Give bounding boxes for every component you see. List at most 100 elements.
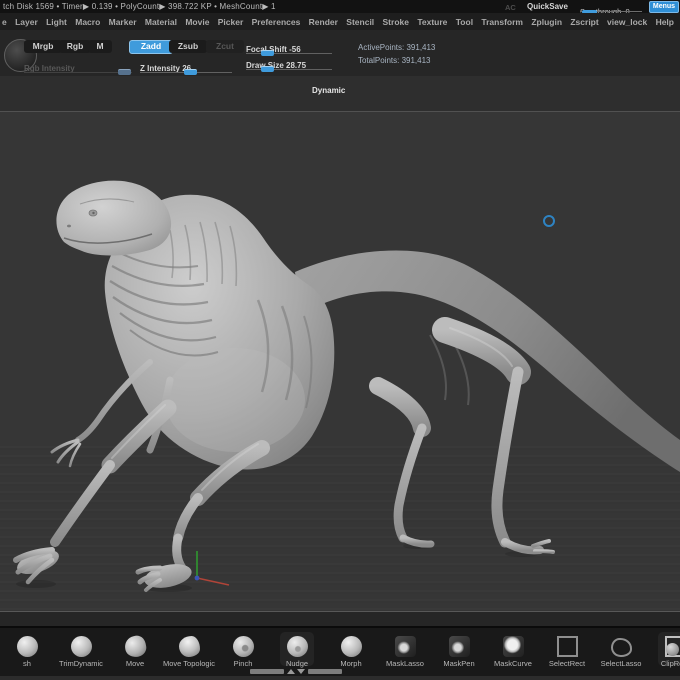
top-toolbar: Mrgb Rgb M Zadd Zsub Zcut Rgb Intensity … bbox=[0, 30, 680, 95]
menu-item[interactable]: Stencil bbox=[346, 17, 374, 27]
rgb-intensity-slider[interactable]: Rgb Intensity bbox=[24, 58, 132, 75]
menu-item[interactable]: Tool bbox=[456, 17, 473, 27]
brush-label: Nudge bbox=[285, 659, 309, 668]
brush-icon bbox=[122, 634, 148, 659]
brush-label: TrimDynamic bbox=[59, 659, 103, 668]
menu-item[interactable]: Preferences bbox=[252, 17, 301, 27]
z-intensity-handle[interactable] bbox=[184, 69, 197, 75]
rgb-intensity-handle[interactable] bbox=[118, 69, 131, 75]
brush-item[interactable]: SelectLasso bbox=[594, 628, 648, 668]
brush-icon bbox=[70, 636, 92, 657]
brush-label: MaskCurve bbox=[494, 659, 532, 668]
zcut-button[interactable]: Zcut bbox=[206, 40, 244, 53]
brush-icon bbox=[664, 636, 680, 657]
brush-icon bbox=[448, 636, 470, 657]
brush-label: MaskLasso bbox=[386, 659, 424, 668]
rgb-button[interactable]: Rgb bbox=[59, 40, 91, 53]
hind-leg-near bbox=[432, 317, 555, 555]
mrgb-button[interactable]: Mrgb bbox=[24, 40, 62, 53]
axis-gizmo[interactable] bbox=[194, 551, 230, 586]
brush-item[interactable]: MaskPen bbox=[432, 628, 486, 668]
front-leg-a bbox=[13, 399, 177, 585]
brush-icon bbox=[16, 636, 38, 657]
active-points-text: ActivePoints: 391,413 bbox=[358, 43, 436, 52]
sculpt-viewport[interactable] bbox=[0, 76, 680, 628]
menu-item[interactable]: Macro bbox=[75, 17, 100, 27]
menu-item[interactable]: Zscript bbox=[570, 17, 598, 27]
menu-item[interactable]: Movie bbox=[185, 17, 209, 27]
brush-icon bbox=[232, 636, 254, 657]
brush-icon bbox=[286, 636, 308, 657]
brush-label: MaskPen bbox=[443, 659, 475, 668]
brush-label: Move Topologic bbox=[163, 659, 215, 668]
brush-label: SelectRect bbox=[548, 659, 586, 668]
title-bar: tch Disk 1569 • Timer▶ 0.139 • PolyCount… bbox=[0, 0, 680, 16]
menu-item[interactable]: Layer bbox=[15, 17, 38, 27]
menu-item[interactable]: Picker bbox=[218, 17, 244, 27]
front-leg-b bbox=[135, 440, 270, 592]
points-stats: ActivePoints: 391,413 TotalPoints: 391,4… bbox=[358, 41, 435, 67]
menu-item[interactable]: Transform bbox=[481, 17, 523, 27]
brush-item[interactable]: SelectRect bbox=[540, 628, 594, 668]
menu-item[interactable]: Help bbox=[656, 17, 674, 27]
scroll-up-icon[interactable] bbox=[287, 669, 295, 674]
brush-item[interactable]: ClipRect bbox=[648, 628, 680, 668]
creature-model bbox=[13, 180, 680, 592]
belly-highlight bbox=[165, 348, 305, 452]
total-points-text: TotalPoints: 391,413 bbox=[358, 56, 431, 65]
ground-shadows bbox=[16, 543, 539, 592]
dynamic-toggle[interactable]: Dynamic bbox=[312, 86, 345, 95]
menu-item[interactable]: e bbox=[2, 17, 7, 27]
creature-head bbox=[56, 180, 172, 256]
z-intensity-slider[interactable]: Z Intensity 26 bbox=[140, 58, 232, 75]
ac-indicator: AC bbox=[505, 3, 516, 12]
brush-item[interactable]: Move Topologic bbox=[162, 628, 216, 668]
menu-item[interactable]: Texture bbox=[417, 17, 447, 27]
brush-item[interactable]: MaskLasso bbox=[378, 628, 432, 668]
bottom-edge bbox=[0, 676, 680, 680]
zadd-button[interactable]: Zadd bbox=[129, 40, 173, 54]
m-button[interactable]: M bbox=[88, 40, 112, 53]
menus-button[interactable]: Menus bbox=[649, 1, 679, 13]
brush-label: SelectLasso bbox=[600, 659, 642, 668]
menu-item[interactable]: view_lock bbox=[607, 17, 647, 27]
brush-item[interactable]: Pinch bbox=[216, 628, 270, 668]
scroll-down-icon[interactable] bbox=[297, 669, 305, 674]
menu-bar: e Layer Light Macro Marker Material Movi… bbox=[0, 13, 680, 31]
menu-item[interactable]: Stroke bbox=[383, 17, 409, 27]
brush-item[interactable]: TrimDynamic bbox=[54, 628, 108, 668]
brush-cursor[interactable] bbox=[543, 215, 555, 227]
quicksave-button[interactable]: QuickSave bbox=[527, 2, 568, 11]
draw-size-handle[interactable] bbox=[261, 66, 274, 72]
brush-icon bbox=[340, 636, 362, 657]
hind-leg-far bbox=[369, 377, 435, 548]
menu-item[interactable]: Zplugin bbox=[531, 17, 562, 27]
brush-tray: sh TrimDynamic Move Move Topologic Pinch bbox=[0, 626, 680, 680]
brush-item[interactable]: Nudge bbox=[270, 628, 324, 668]
brush-label: Move bbox=[125, 659, 145, 668]
menu-item[interactable]: Render bbox=[309, 17, 338, 27]
menu-item[interactable]: Light bbox=[46, 17, 67, 27]
brush-item[interactable]: sh bbox=[0, 628, 54, 668]
brush-icon bbox=[610, 638, 632, 657]
brush-item[interactable]: MaskCurve bbox=[486, 628, 540, 668]
brush-item[interactable]: Morph bbox=[324, 628, 378, 668]
see-through-slider[interactable]: See-through 0 bbox=[580, 1, 644, 16]
brush-label: sh bbox=[23, 659, 31, 668]
document-status-text: tch Disk 1569 • Timer▶ 0.139 • PolyCount… bbox=[3, 2, 276, 11]
brush-icon bbox=[394, 636, 416, 657]
brush-icon bbox=[178, 636, 200, 657]
draw-size-slider[interactable]: Draw Size 28.75 bbox=[246, 55, 332, 72]
brush-item[interactable]: Move bbox=[108, 628, 162, 668]
brush-icon bbox=[556, 636, 578, 657]
tray-scrollbar[interactable] bbox=[250, 669, 342, 674]
menu-item[interactable]: Material bbox=[145, 17, 177, 27]
zsub-button[interactable]: Zsub bbox=[169, 40, 207, 53]
menu-item[interactable]: Marker bbox=[109, 17, 137, 27]
brush-label: Pinch bbox=[233, 659, 253, 668]
focal-shift-slider[interactable]: Focal Shift -56 bbox=[246, 39, 332, 56]
pupil bbox=[92, 211, 95, 215]
brush-icon bbox=[502, 636, 524, 657]
brush-label: ClipRect bbox=[660, 659, 680, 668]
brush-label: Morph bbox=[340, 659, 362, 668]
